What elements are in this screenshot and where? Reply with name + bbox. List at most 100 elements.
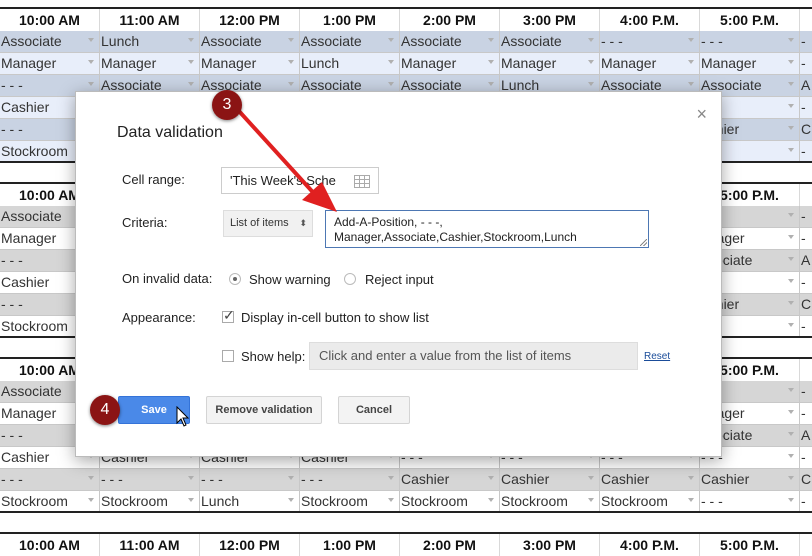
dropdown-arrow-icon[interactable] xyxy=(188,82,194,86)
dropdown-arrow-icon[interactable] xyxy=(788,126,794,130)
dropdown-arrow-icon[interactable] xyxy=(388,82,394,86)
schedule-cell[interactable]: Manager xyxy=(600,53,700,74)
dropdown-arrow-icon[interactable] xyxy=(688,60,694,64)
dropdown-arrow-icon[interactable] xyxy=(588,476,594,480)
schedule-cell[interactable]: - xyxy=(800,206,812,227)
reset-link[interactable]: Reset xyxy=(644,351,670,362)
schedule-cell[interactable]: Cashier xyxy=(700,469,800,490)
schedule-cell[interactable]: - xyxy=(800,316,812,336)
schedule-cell[interactable]: Lunch xyxy=(300,53,400,74)
schedule-cell[interactable]: Manager xyxy=(200,53,300,74)
dropdown-arrow-icon[interactable] xyxy=(788,104,794,108)
dropdown-arrow-icon[interactable] xyxy=(88,60,94,64)
schedule-cell[interactable]: Manager xyxy=(100,53,200,74)
dropdown-arrow-icon[interactable] xyxy=(788,388,794,392)
dropdown-arrow-icon[interactable] xyxy=(288,476,294,480)
schedule-cell[interactable]: Stockroom xyxy=(600,491,700,511)
dropdown-arrow-icon[interactable] xyxy=(788,454,794,458)
dropdown-arrow-icon[interactable] xyxy=(88,82,94,86)
dropdown-arrow-icon[interactable] xyxy=(688,82,694,86)
resize-handle-icon[interactable] xyxy=(640,239,647,246)
dropdown-arrow-icon[interactable] xyxy=(488,60,494,64)
dropdown-arrow-icon[interactable] xyxy=(288,498,294,502)
dropdown-arrow-icon[interactable] xyxy=(688,476,694,480)
dropdown-arrow-icon[interactable] xyxy=(488,476,494,480)
dropdown-arrow-icon[interactable] xyxy=(388,498,394,502)
schedule-cell[interactable]: Manager xyxy=(0,53,100,74)
dropdown-arrow-icon[interactable] xyxy=(88,38,94,42)
schedule-cell[interactable]: Lunch xyxy=(100,31,200,52)
schedule-cell[interactable]: Associate xyxy=(300,31,400,52)
schedule-cell[interactable]: Stockroom xyxy=(300,491,400,511)
schedule-cell[interactable]: - xyxy=(800,141,812,161)
show-warning-label[interactable]: Show warning xyxy=(249,272,331,287)
schedule-cell[interactable]: - xyxy=(800,228,812,249)
remove-validation-button[interactable]: Remove validation xyxy=(206,396,322,424)
help-text-input[interactable]: Click and enter a value from the list of… xyxy=(309,342,638,370)
schedule-cell[interactable]: Associate xyxy=(400,31,500,52)
dropdown-arrow-icon[interactable] xyxy=(788,148,794,152)
schedule-cell[interactable]: Manager xyxy=(500,53,600,74)
schedule-cell[interactable]: Stockroom xyxy=(0,491,100,511)
schedule-cell[interactable]: Stockroom xyxy=(100,491,200,511)
schedule-cell[interactable]: - xyxy=(800,53,812,74)
dropdown-arrow-icon[interactable] xyxy=(188,60,194,64)
dropdown-arrow-icon[interactable] xyxy=(488,38,494,42)
dropdown-arrow-icon[interactable] xyxy=(188,498,194,502)
schedule-cell[interactable]: - xyxy=(800,403,812,424)
dropdown-arrow-icon[interactable] xyxy=(788,257,794,261)
dropdown-arrow-icon[interactable] xyxy=(688,38,694,42)
dropdown-arrow-icon[interactable] xyxy=(588,60,594,64)
schedule-cell[interactable]: A xyxy=(800,425,812,446)
schedule-cell[interactable]: Associate xyxy=(0,31,100,52)
dropdown-arrow-icon[interactable] xyxy=(788,213,794,217)
schedule-cell[interactable]: Stockroom xyxy=(500,491,600,511)
schedule-cell[interactable]: - - - xyxy=(700,491,800,511)
dropdown-arrow-icon[interactable] xyxy=(88,498,94,502)
schedule-cell[interactable]: - xyxy=(800,97,812,118)
dropdown-arrow-icon[interactable] xyxy=(788,410,794,414)
dropdown-arrow-icon[interactable] xyxy=(788,82,794,86)
schedule-cell[interactable]: Cashier xyxy=(500,469,600,490)
dropdown-arrow-icon[interactable] xyxy=(788,235,794,239)
display-button-label[interactable]: Display in-cell button to show list xyxy=(241,310,429,325)
reject-input-label[interactable]: Reject input xyxy=(365,272,434,287)
criteria-type-select[interactable]: List of items ⬍ xyxy=(223,210,313,237)
criteria-values-textarea[interactable]: Add-A-Position, - - -, Manager,Associate… xyxy=(325,210,649,248)
dropdown-arrow-icon[interactable] xyxy=(588,498,594,502)
schedule-cell[interactable]: - - - xyxy=(600,31,700,52)
schedule-cell[interactable]: C xyxy=(800,119,812,140)
dropdown-arrow-icon[interactable] xyxy=(388,38,394,42)
dropdown-arrow-icon[interactable] xyxy=(788,279,794,283)
grid-select-icon[interactable] xyxy=(354,175,370,188)
schedule-cell[interactable]: - - - xyxy=(100,469,200,490)
dropdown-arrow-icon[interactable] xyxy=(88,476,94,480)
schedule-cell[interactable]: Lunch xyxy=(200,491,300,511)
dropdown-arrow-icon[interactable] xyxy=(788,38,794,42)
schedule-cell[interactable]: - xyxy=(800,272,812,293)
schedule-cell[interactable]: Cashier xyxy=(600,469,700,490)
dropdown-arrow-icon[interactable] xyxy=(388,60,394,64)
display-button-checkbox[interactable] xyxy=(222,307,235,324)
show-help-label[interactable]: Show help: xyxy=(241,349,305,364)
dropdown-arrow-icon[interactable] xyxy=(488,498,494,502)
schedule-cell[interactable]: - xyxy=(800,31,812,52)
dropdown-arrow-icon[interactable] xyxy=(288,82,294,86)
schedule-cell[interactable]: - - - xyxy=(0,469,100,490)
dropdown-arrow-icon[interactable] xyxy=(788,498,794,502)
dropdown-arrow-icon[interactable] xyxy=(288,38,294,42)
show-warning-radio[interactable] xyxy=(229,273,241,285)
cell-range-input[interactable]: 'This Week's Sche xyxy=(221,167,379,194)
schedule-cell[interactable]: Associate xyxy=(500,31,600,52)
dropdown-arrow-icon[interactable] xyxy=(588,82,594,86)
dropdown-arrow-icon[interactable] xyxy=(488,82,494,86)
schedule-cell[interactable]: Cashier xyxy=(400,469,500,490)
schedule-cell[interactable]: Stockroom xyxy=(400,491,500,511)
close-icon[interactable]: × xyxy=(696,104,707,125)
dropdown-arrow-icon[interactable] xyxy=(788,323,794,327)
dropdown-arrow-icon[interactable] xyxy=(188,38,194,42)
reject-input-radio[interactable] xyxy=(344,273,356,285)
dropdown-arrow-icon[interactable] xyxy=(788,60,794,64)
schedule-cell[interactable]: Manager xyxy=(400,53,500,74)
dropdown-arrow-icon[interactable] xyxy=(788,301,794,305)
